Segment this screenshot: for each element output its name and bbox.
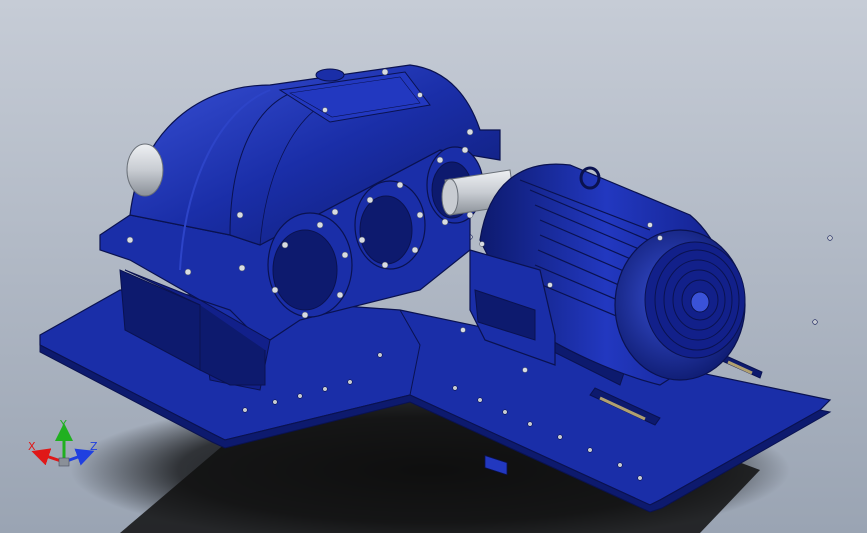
gearbox-shaft-left <box>126 143 164 197</box>
z-axis-label: Z <box>90 440 98 453</box>
x-axis-label: X <box>28 440 36 453</box>
gearbox-motor-assembly[interactable] <box>0 0 867 533</box>
coordinate-triad: X Y Z <box>28 418 98 467</box>
3d-viewport[interactable]: X Y Z <box>0 0 867 533</box>
triad-origin <box>58 457 70 467</box>
y-axis-label: Y <box>59 418 67 431</box>
